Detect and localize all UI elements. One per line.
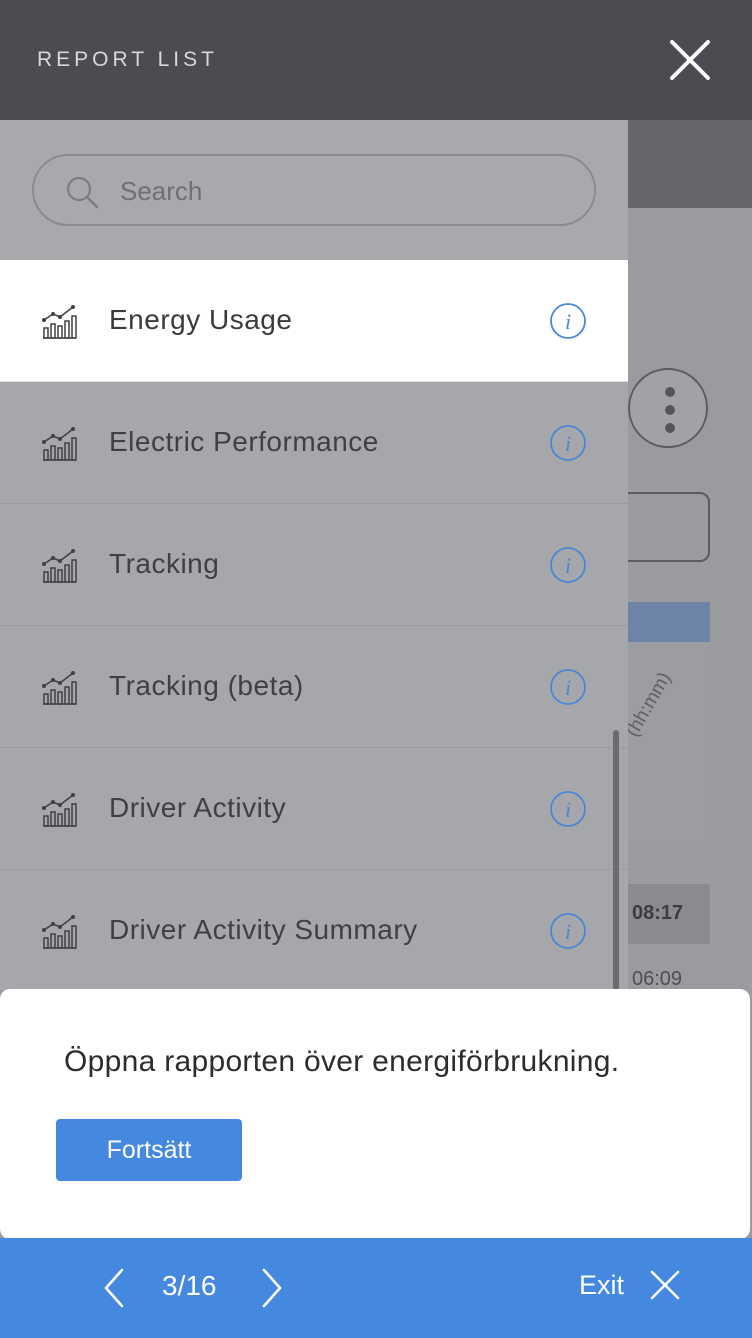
svg-text:i: i <box>565 553 571 578</box>
info-icon[interactable]: i <box>549 302 587 340</box>
info-icon[interactable]: i <box>549 912 587 950</box>
report-item-tracking-beta[interactable]: Tracking (beta) i <box>0 626 628 748</box>
chart-icon <box>40 792 78 828</box>
drawer-title: REPORT LIST <box>37 48 218 71</box>
background-band <box>628 120 752 208</box>
chevron-left-icon[interactable] <box>96 1264 132 1312</box>
search-box[interactable] <box>32 154 596 226</box>
tour-navigation: 3/16 Exit <box>0 1238 752 1338</box>
background-time-value: 08:17 <box>632 902 684 924</box>
svg-text:i: i <box>565 675 571 700</box>
background-time-value: 06:09 <box>632 968 683 990</box>
svg-text:i: i <box>565 309 571 334</box>
close-icon[interactable] <box>648 1268 682 1302</box>
report-item-label: Energy Usage <box>109 304 293 335</box>
report-item-label: Driver Activity <box>109 792 287 823</box>
tour-tooltip: Öppna rapporten över energiförbrukning. … <box>0 989 750 1239</box>
svg-text:i: i <box>565 431 571 456</box>
chevron-right-icon[interactable] <box>254 1264 290 1312</box>
chart-icon <box>40 548 78 584</box>
info-icon[interactable]: i <box>549 668 587 706</box>
chart-icon <box>40 670 78 706</box>
report-item-driver-activity-summary[interactable]: Driver Activity Summary i <box>0 870 628 990</box>
search-icon <box>64 174 100 210</box>
tour-step-counter: 3/16 <box>162 1270 217 1301</box>
search-area <box>0 120 628 260</box>
report-item-label: Tracking <box>109 548 220 579</box>
report-list: Energy Usage i Electric Performance i Tr… <box>0 260 628 990</box>
report-item-label: Driver Activity Summary <box>109 914 418 945</box>
drawer-header: REPORT LIST <box>0 0 628 120</box>
report-list-drawer: REPORT LIST Search Energy Usage i Electr… <box>0 0 628 990</box>
scrollbar[interactable] <box>613 730 619 990</box>
svg-text:i: i <box>565 797 571 822</box>
report-item-electric-performance[interactable]: Electric Performance i <box>0 382 628 504</box>
report-item-label: Electric Performance <box>109 426 379 457</box>
chart-icon <box>40 304 78 340</box>
continue-button[interactable]: Fortsätt <box>56 1119 242 1181</box>
report-item-energy-usage[interactable]: Energy Usage i <box>0 260 628 382</box>
chart-icon <box>40 914 78 950</box>
background-table-header <box>628 602 710 642</box>
tour-message: Öppna rapporten över energiförbrukning. <box>64 1045 620 1078</box>
info-icon[interactable]: i <box>549 424 587 462</box>
more-options-icon[interactable] <box>628 368 708 448</box>
chart-icon <box>40 426 78 462</box>
info-icon[interactable]: i <box>549 790 587 828</box>
svg-text:i: i <box>565 919 571 944</box>
info-icon[interactable]: i <box>549 546 587 584</box>
background-column <box>628 642 710 842</box>
close-icon[interactable] <box>668 38 712 82</box>
report-item-label: Tracking (beta) <box>109 670 304 701</box>
report-item-tracking[interactable]: Tracking i <box>0 504 628 626</box>
report-item-driver-activity[interactable]: Driver Activity i <box>0 748 628 870</box>
exit-button[interactable]: Exit <box>579 1270 624 1301</box>
search-input[interactable] <box>118 166 562 216</box>
